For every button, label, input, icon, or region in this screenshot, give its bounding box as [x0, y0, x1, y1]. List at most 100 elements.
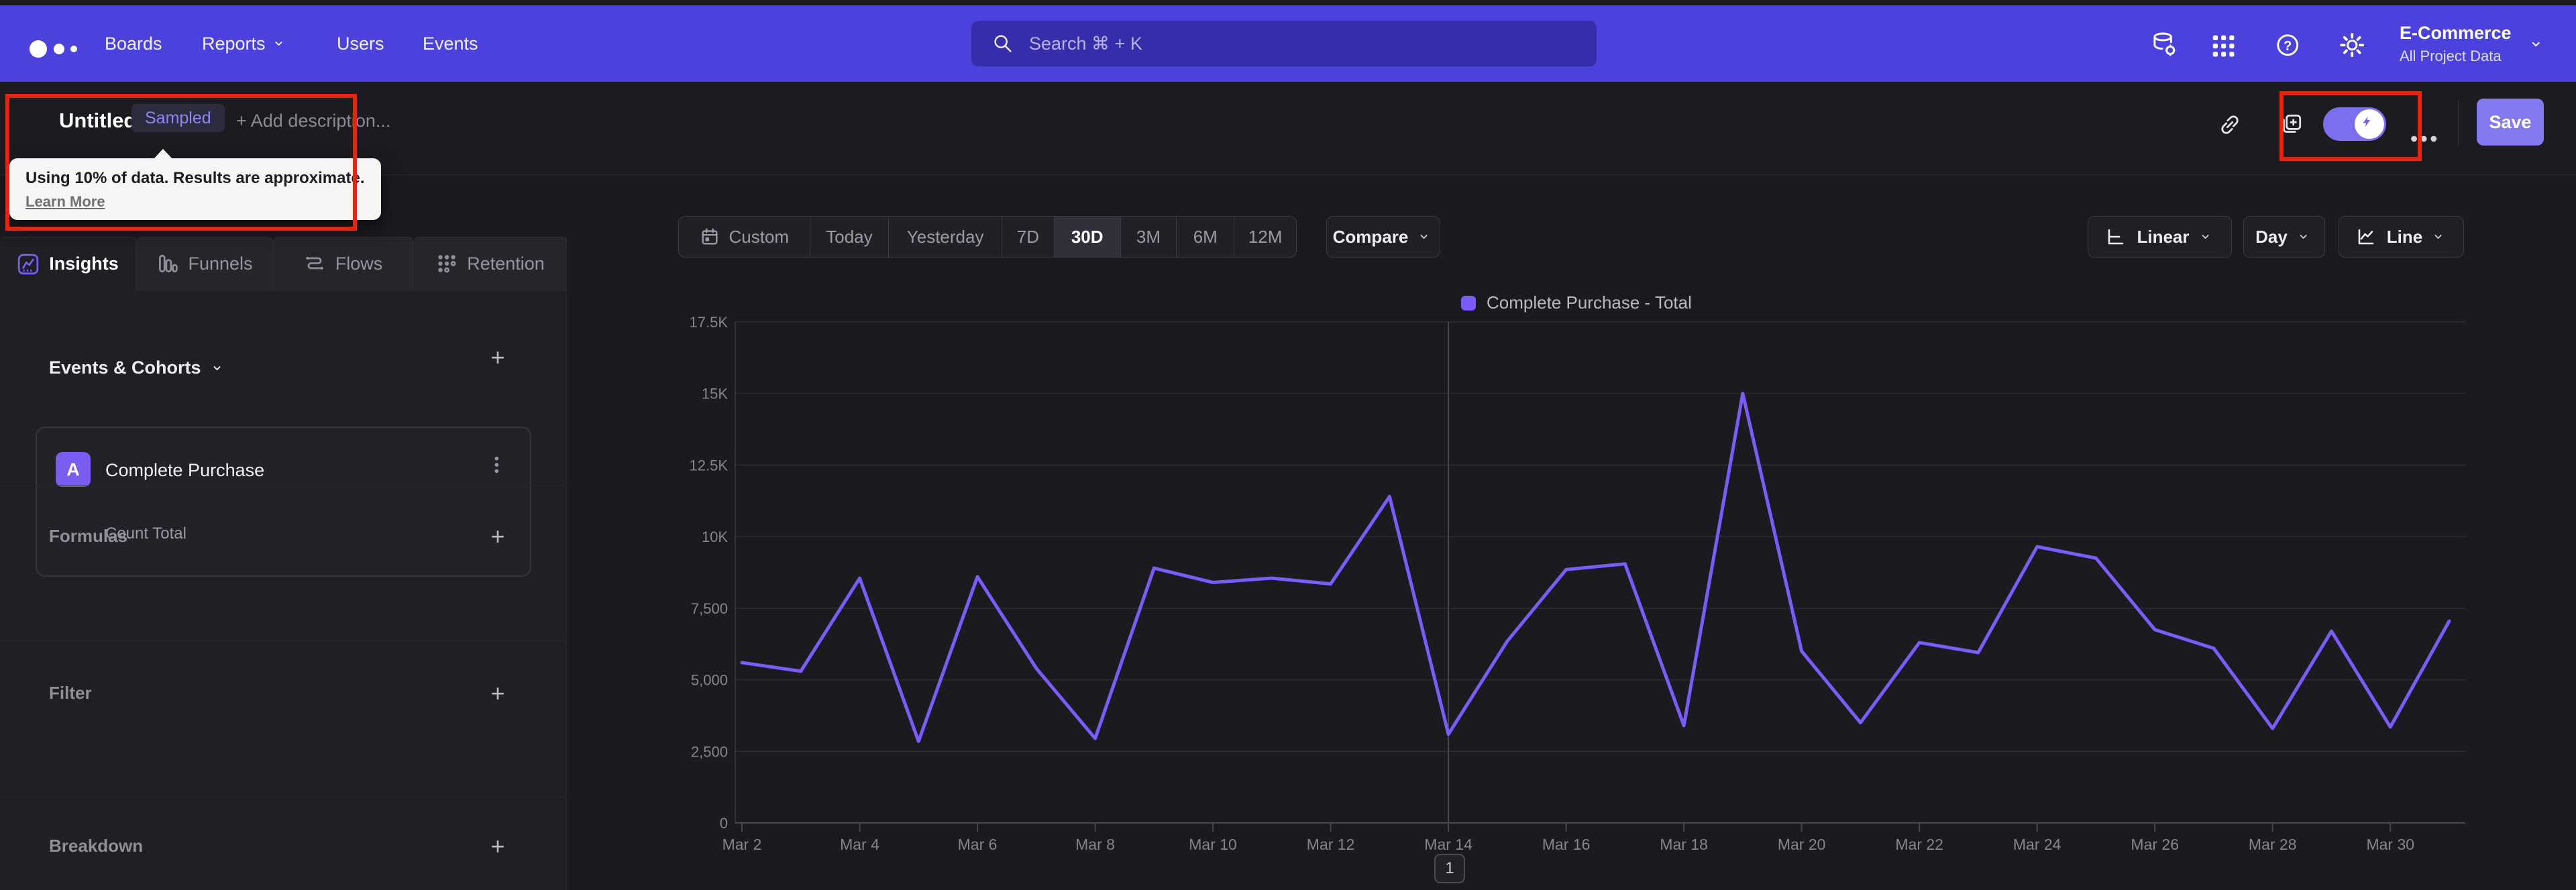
add-filter-button[interactable]: + [484, 679, 511, 707]
nav-item-events[interactable]: Events [423, 5, 478, 82]
app-window: Boards Reports Users Events Search ⌘ + K ? … [0, 0, 2576, 890]
tab-insights[interactable]: Insights [0, 237, 136, 290]
range-7d[interactable]: 7D [1002, 217, 1055, 257]
x-tick-label: Mar 18 [1660, 836, 1708, 853]
logo-dot-medium [54, 44, 64, 54]
chart-type-label: Line [2386, 226, 2423, 247]
compare-label: Compare [1332, 226, 1409, 247]
query-builder-panel: Events & Cohorts + A Complete Purchase C… [0, 290, 566, 890]
events-cohorts-header[interactable]: Events & Cohorts [49, 357, 227, 378]
x-tick-label: Mar 26 [2131, 836, 2179, 853]
date-range-segmented-control: Custom Today Yesterday 7D 30D 3M 6M 12M [678, 216, 1297, 258]
logo-dot-large [30, 40, 47, 58]
tab-label: Flows [335, 253, 383, 274]
event-letter-badge: A [56, 452, 91, 487]
sampling-tooltip: Using 10% of data. Results are approxima… [9, 158, 381, 220]
more-menu-icon[interactable] [2408, 124, 2438, 154]
chevron-down-icon [2530, 36, 2546, 52]
kebab-menu-icon[interactable] [490, 455, 510, 475]
add-event-button[interactable]: + [484, 343, 511, 371]
range-3m[interactable]: 3M [1121, 217, 1177, 257]
help-icon[interactable]: ? [2273, 30, 2300, 57]
chevron-down-icon [2433, 229, 2448, 244]
range-label: Custom [729, 226, 790, 247]
range-today[interactable]: Today [810, 217, 890, 257]
annotation-marker-badge[interactable]: 1 [1434, 854, 1466, 883]
report-header-bar: Untitled Sampled + Add description... Sa… [0, 82, 2576, 175]
search-icon [991, 32, 1014, 55]
range-label: 7D [1016, 226, 1039, 247]
y-tick-label: 12.5K [690, 457, 729, 474]
chevron-down-icon [2200, 229, 2215, 244]
nav-item-label: Users [337, 33, 384, 54]
sampling-toggle[interactable] [2323, 107, 2386, 141]
range-6m[interactable]: 6M [1177, 217, 1235, 257]
tab-flows[interactable]: Flows [273, 237, 413, 290]
nav-item-label: Boards [105, 33, 162, 54]
compare-button[interactable]: Compare [1326, 216, 1440, 258]
chart-type-dropdown[interactable]: Line [2339, 216, 2464, 258]
x-tick-label: Mar 22 [1895, 836, 1943, 853]
add-formula-button[interactable]: + [484, 522, 511, 550]
apps-grid-icon[interactable] [2208, 30, 2235, 57]
svg-text:?: ? [2284, 39, 2292, 54]
y-tick-label: 5,000 [691, 672, 728, 689]
add-description-button[interactable]: + Add description... [236, 111, 390, 131]
x-tick-label: Mar 24 [2013, 836, 2061, 853]
linear-axis-icon [2104, 226, 2126, 247]
settings-gear-icon[interactable] [2337, 30, 2364, 57]
learn-more-link[interactable]: Learn More [25, 193, 105, 211]
line-chart: 0 2,500 5,000 7,500 10K 12.5K 15K 17.5K Mar 2 Mar… [567, 288, 2576, 890]
chevron-down-icon [212, 361, 227, 376]
save-button[interactable]: Save [2477, 99, 2544, 146]
tab-funnels[interactable]: Funnels [136, 237, 273, 290]
sampled-badge[interactable]: Sampled [131, 104, 225, 132]
range-12m[interactable]: 12M [1234, 217, 1296, 257]
range-30d[interactable]: 30D [1054, 217, 1121, 257]
interval-dropdown[interactable]: Day [2243, 216, 2325, 258]
chevron-down-icon [2298, 229, 2313, 244]
x-tick-label: Mar 12 [1307, 836, 1355, 853]
report-type-tabs: Insights Funnels Flows Retention [0, 237, 567, 290]
y-tick-label: 17.5K [690, 314, 729, 331]
nav-item-reports[interactable]: Reports [202, 5, 288, 82]
tab-label: Funnels [188, 253, 253, 274]
y-tick-label: 10K [702, 529, 728, 545]
insights-icon [17, 253, 40, 276]
x-tick-label: Mar 20 [1778, 836, 1826, 853]
interval-label: Day [2255, 226, 2288, 247]
event-card[interactable]: A Complete Purchase Count Total [36, 427, 531, 577]
lightning-bolt-icon [2355, 109, 2384, 139]
range-custom[interactable]: Custom [679, 217, 810, 257]
y-tick-label: 7,500 [691, 600, 728, 617]
report-title[interactable]: Untitled [59, 109, 136, 133]
data-management-icon[interactable] [2149, 30, 2176, 57]
add-breakdown-button[interactable]: + [484, 832, 511, 860]
tooltip-arrow [153, 149, 173, 160]
series-line[interactable] [740, 392, 2451, 743]
range-label: 3M [1136, 226, 1161, 247]
search-placeholder: Search ⌘ + K [1029, 33, 1142, 54]
range-label: 12M [1248, 226, 1283, 247]
top-nav-bar: Boards Reports Users Events Search ⌘ + K ? … [0, 5, 2576, 82]
formulas-label: Formulas [49, 526, 128, 546]
nav-item-boards[interactable]: Boards [105, 5, 162, 82]
y-tick-label: 15K [702, 386, 728, 402]
tab-retention[interactable]: Retention [413, 237, 567, 290]
tooltip-message: Using 10% of data. Results are approxima… [25, 169, 365, 187]
y-tick-label: 0 [720, 815, 728, 832]
scale-label: Linear [2137, 226, 2190, 247]
nav-item-users[interactable]: Users [337, 5, 384, 82]
x-tick-label: Mar 30 [2366, 836, 2414, 853]
x-tick-label: Mar 14 [1424, 836, 1472, 853]
filter-label: Filter [49, 683, 92, 703]
scale-dropdown[interactable]: Linear [2088, 216, 2232, 258]
tab-label: Insights [49, 254, 119, 274]
funnels-icon [156, 252, 178, 275]
add-to-board-icon[interactable] [2278, 112, 2302, 136]
x-tick-label: Mar 10 [1189, 836, 1237, 853]
search-input[interactable]: Search ⌘ + K [971, 21, 1597, 66]
range-yesterday[interactable]: Yesterday [889, 217, 1002, 257]
logo-dot-small [70, 46, 77, 52]
copy-link-icon[interactable] [2217, 112, 2241, 136]
